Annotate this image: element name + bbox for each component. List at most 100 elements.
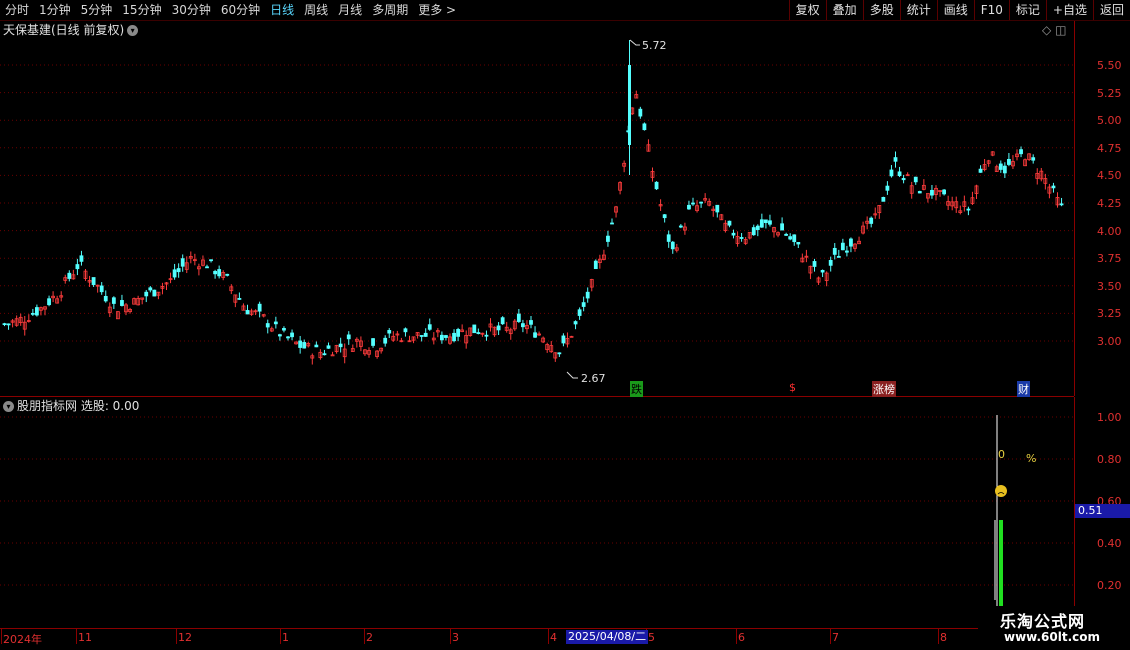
candle-body xyxy=(172,269,177,278)
candle-body xyxy=(755,225,760,230)
candle-body xyxy=(322,353,327,356)
candle-body xyxy=(788,236,793,240)
candle-body xyxy=(403,328,408,333)
date-tick-mark xyxy=(176,629,177,644)
candle-body xyxy=(476,332,481,334)
candle-body xyxy=(593,260,598,270)
kline-chart[interactable] xyxy=(0,0,1130,650)
candle-body xyxy=(917,191,922,194)
candle-body xyxy=(687,204,691,210)
date-tick-mark xyxy=(1,629,2,644)
candle-body xyxy=(205,266,209,269)
watermark-url: www.60lt.com xyxy=(1004,630,1101,644)
tag-die[interactable]: 跌 xyxy=(630,381,643,397)
candle-body xyxy=(521,323,525,328)
candle-body xyxy=(439,334,444,341)
tag-dollar[interactable]: $ xyxy=(789,381,796,394)
candle-body xyxy=(213,270,218,275)
candle-body xyxy=(715,204,720,213)
candle-body xyxy=(845,250,849,253)
candle-body xyxy=(265,323,270,328)
candle-body xyxy=(383,337,388,344)
date-tick-mark xyxy=(830,629,831,644)
candle-body xyxy=(666,234,671,242)
candle-body xyxy=(67,272,72,279)
date-tick-mark xyxy=(938,629,939,644)
candle-body xyxy=(516,313,521,322)
date-tick: 1 xyxy=(282,631,289,644)
candle-body xyxy=(286,336,290,339)
candle-body xyxy=(913,176,918,183)
date-tick: 12 xyxy=(178,631,192,644)
candle-body xyxy=(557,352,562,355)
candle-body xyxy=(533,332,537,338)
candle-body xyxy=(326,345,331,349)
candle-body xyxy=(561,335,566,344)
candle-body xyxy=(346,334,351,340)
candle-body xyxy=(277,334,282,337)
candle-body xyxy=(901,178,906,181)
high-pointer xyxy=(629,39,640,46)
candle-body xyxy=(828,260,833,266)
candle-body xyxy=(966,208,971,211)
date-tick: 8 xyxy=(940,631,947,644)
candle-body xyxy=(727,220,732,226)
candle-body xyxy=(739,237,744,239)
candle-body xyxy=(792,234,797,243)
candle-body xyxy=(225,273,230,276)
candle-body xyxy=(30,312,35,315)
candle-body xyxy=(780,223,784,231)
candle-body xyxy=(330,354,335,357)
candle-body xyxy=(759,219,764,228)
date-tick: 6 xyxy=(738,631,745,644)
candle-body xyxy=(2,323,7,326)
candle-body xyxy=(662,214,667,219)
tag-zhangbang[interactable]: 涨榜 xyxy=(872,381,896,397)
candle-body xyxy=(180,258,185,267)
candle-body xyxy=(942,189,946,195)
indicator-percent-mark: % xyxy=(1026,452,1037,465)
date-tick: 4 xyxy=(550,631,557,644)
candle-body xyxy=(176,268,181,273)
candle-body xyxy=(820,269,825,273)
candle-body xyxy=(784,233,789,236)
candle-body xyxy=(144,291,149,297)
candle-body xyxy=(423,332,428,337)
candle-body xyxy=(273,321,278,325)
date-tick-mark xyxy=(736,629,737,644)
candle-body xyxy=(338,343,343,348)
candle-body xyxy=(419,335,424,337)
candle-body xyxy=(1031,157,1036,161)
candle-body xyxy=(1007,159,1011,165)
candle-body xyxy=(484,334,489,337)
candle-body xyxy=(581,302,586,307)
candle-body xyxy=(893,157,898,162)
candle-body xyxy=(670,241,675,250)
candle-body xyxy=(290,332,294,338)
candle-body xyxy=(978,168,983,173)
candle-body xyxy=(371,338,375,346)
tag-cai[interactable]: 财 xyxy=(1017,381,1030,397)
candle-body xyxy=(496,325,501,331)
candle-body xyxy=(869,217,874,224)
low-pointer xyxy=(566,371,578,379)
candle-body xyxy=(91,277,96,285)
candle-body xyxy=(885,185,890,191)
candle-body xyxy=(654,181,659,190)
candle-body xyxy=(103,295,108,302)
candle-body xyxy=(298,340,303,348)
candle-body xyxy=(456,329,461,337)
candle-body xyxy=(881,197,886,202)
date-tick: 7 xyxy=(832,631,839,644)
candle-body xyxy=(699,201,703,204)
date-tick-mark xyxy=(364,629,365,644)
date-tick: 5 xyxy=(648,631,655,644)
candle-body xyxy=(606,235,610,242)
candle-body xyxy=(152,289,157,297)
candle-body xyxy=(1019,149,1023,155)
date-tick-mark xyxy=(548,629,549,644)
high-price-label: 5.72 xyxy=(642,39,667,52)
candle-body xyxy=(628,65,631,145)
candle-body xyxy=(638,108,643,117)
candle-body xyxy=(444,335,448,338)
